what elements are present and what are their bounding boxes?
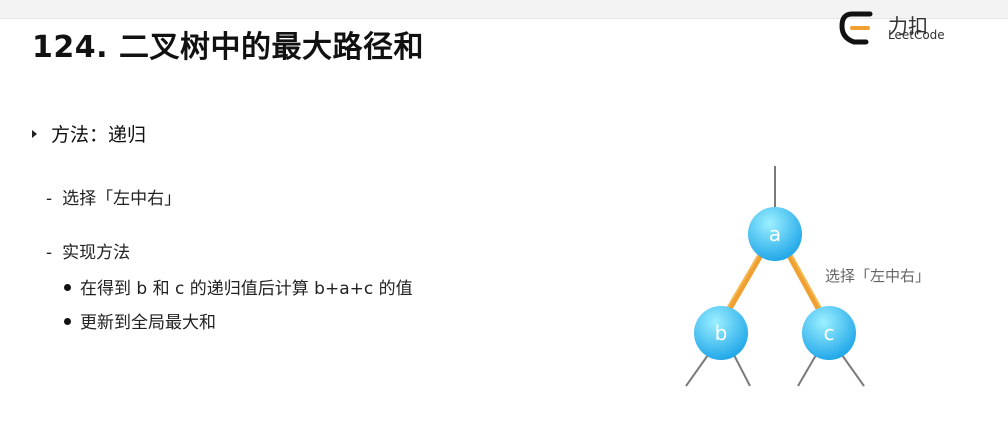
node-label: c: [824, 321, 835, 345]
edge-a-b-highlight-stroke: [725, 251, 761, 311]
logo-text-en: LeetCode: [888, 28, 945, 42]
tree-node-c: c: [802, 306, 856, 360]
leetcode-logo-icon: [839, 11, 873, 45]
main-bullet-label: 方法：递归: [51, 124, 147, 146]
slide-title: 124. 二叉树中的最大路径和: [32, 30, 424, 65]
dash-icon: -: [46, 189, 53, 209]
tree-node-b: b: [694, 306, 748, 360]
edge-b-left: [685, 354, 709, 387]
edge-a-c-highlight-stroke: [789, 251, 823, 311]
edge-c-left: [797, 354, 817, 387]
node-label: a: [769, 222, 781, 246]
slide: 124. 二叉树中的最大路径和 力扣 LeetCode 方法：递归 - 选择「左中…: [0, 0, 1008, 422]
sub-item-choose: - 选择「左中右」: [46, 184, 181, 209]
edge-c-right: [841, 354, 865, 387]
sub-sub-item-label: 更新到全局最大和: [80, 313, 216, 333]
leetcode-logo: 力扣 LeetCode: [836, 8, 966, 50]
sub-item-implementation: - 实现方法: [46, 238, 130, 263]
dash-icon: -: [46, 243, 53, 263]
sub-sub-item-compute: 在得到 b 和 c 的递归值后计算 b+a+c 的值: [64, 274, 413, 299]
tree-node-a: a: [748, 207, 802, 261]
bullet-triangle-icon: [32, 129, 37, 138]
bullet-dot-icon: [64, 283, 71, 291]
node-label: b: [715, 321, 728, 345]
bullet-dot-icon: [64, 317, 71, 325]
binary-tree-diagram: a b c 选择「左中右」: [685, 166, 930, 387]
edge-a-b-highlight: [725, 247, 767, 315]
main-bullet: 方法：递归: [32, 120, 146, 147]
edge-a-c-highlight: [783, 247, 823, 315]
sub-sub-item-label: 在得到 b 和 c 的递归值后计算 b+a+c 的值: [80, 279, 413, 299]
edge-b-right: [733, 354, 751, 387]
sub-sub-item-update: 更新到全局最大和: [64, 308, 216, 333]
sub-item-label: 实现方法: [62, 243, 131, 263]
diagram-annotation: 选择「左中右」: [825, 267, 930, 285]
sub-item-label: 选择「左中右」: [62, 189, 182, 209]
